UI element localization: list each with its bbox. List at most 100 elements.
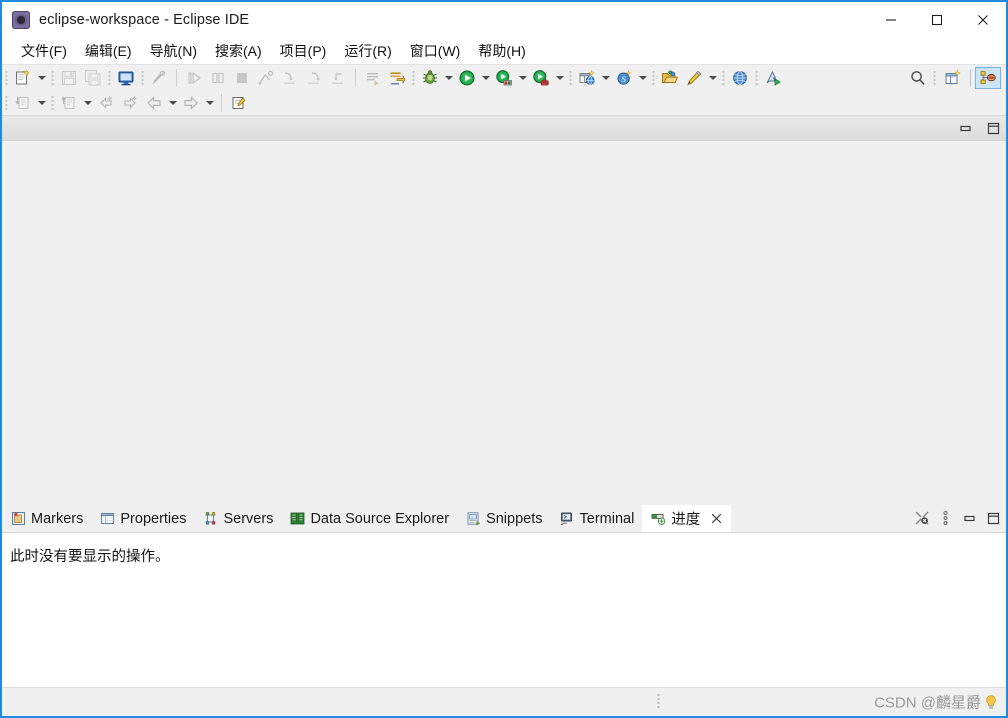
toolbar-grip[interactable] <box>650 69 657 86</box>
view-tab-bar: Markers Properties <box>2 505 1006 532</box>
main-toolbar-row-2 <box>2 90 1006 115</box>
snippets-icon <box>465 511 481 527</box>
new-java-class-dropdown[interactable] <box>706 67 719 89</box>
step-into-icon <box>279 67 301 89</box>
tab-markers[interactable]: Markers <box>2 505 91 532</box>
run-on-server-icon[interactable] <box>493 67 515 89</box>
new-spring-icon[interactable]: S <box>613 67 635 89</box>
perspective-java-ee-button[interactable] <box>975 67 1001 89</box>
new-wizard-dropdown[interactable] <box>35 67 48 89</box>
tab-label: Markers <box>31 511 83 527</box>
debug-icon[interactable] <box>419 67 441 89</box>
servers-icon <box>202 511 218 527</box>
forward-icon <box>180 92 202 114</box>
toolbar-right-group <box>906 65 1002 90</box>
toolbar-grip[interactable] <box>49 94 56 111</box>
tab-label: 进度 <box>671 508 700 529</box>
tab-properties[interactable]: Properties <box>91 505 194 532</box>
view-menu-button[interactable] <box>937 510 954 527</box>
menu-file[interactable]: 文件(F) <box>12 40 76 62</box>
watermark-text: CSDN @麟星爵 <box>874 692 981 713</box>
menu-help[interactable]: 帮助(H) <box>469 40 534 62</box>
forward-history-icon <box>119 92 141 114</box>
step-over-icon <box>303 67 325 89</box>
minimize-window-button[interactable] <box>868 2 914 38</box>
status-bar-grip[interactable] <box>657 693 663 710</box>
maximize-window-button[interactable] <box>914 2 960 38</box>
menu-search[interactable]: 搜索(A) <box>206 40 271 62</box>
editor-area-controls <box>958 116 1000 140</box>
close-tab-button[interactable] <box>709 512 723 526</box>
profile-icon[interactable] <box>530 67 552 89</box>
toolbar-grip[interactable] <box>753 69 760 86</box>
previous-edit-icon <box>12 92 34 114</box>
profile-dropdown[interactable] <box>553 67 566 89</box>
new-wizard-icon[interactable] <box>12 67 34 89</box>
menu-project[interactable]: 项目(P) <box>271 40 336 62</box>
progress-view-content[interactable]: 此时没有要显示的操作。 <box>2 532 1006 687</box>
open-browser-icon[interactable] <box>729 67 751 89</box>
open-resource-icon[interactable] <box>659 67 681 89</box>
run-icon[interactable] <box>456 67 478 89</box>
editor-empty-body[interactable] <box>2 141 1006 505</box>
minimize-editor-area-button[interactable] <box>958 121 972 135</box>
toolbar-grip[interactable] <box>567 69 574 86</box>
tab-label: Data Source Explorer <box>310 511 449 527</box>
toolbar-separator <box>970 69 971 87</box>
toolbar-grip[interactable] <box>3 94 10 111</box>
menu-navigate[interactable]: 导航(N) <box>141 40 206 62</box>
toolbar-grip[interactable] <box>3 69 10 86</box>
quick-access-search-icon[interactable] <box>907 67 929 89</box>
next-edit-dropdown[interactable] <box>81 92 94 114</box>
view-toolbar <box>913 506 1002 530</box>
link-editor-icon <box>148 67 170 89</box>
toolbar-grip[interactable] <box>410 69 417 86</box>
terminate-icon <box>231 67 253 89</box>
debug-dropdown[interactable] <box>442 67 455 89</box>
menu-run[interactable]: 运行(R) <box>335 40 400 62</box>
tab-progress[interactable]: 进度 <box>642 505 731 532</box>
menu-window[interactable]: 窗口(W) <box>401 40 470 62</box>
maximize-editor-area-button[interactable] <box>986 121 1000 135</box>
toolbar-grip[interactable] <box>931 69 938 86</box>
toolbar-grip[interactable] <box>720 69 727 86</box>
bottom-view-stack: Markers Properties <box>2 505 1006 687</box>
resume-icon <box>183 67 205 89</box>
menu-edit[interactable]: 编辑(E) <box>76 40 141 62</box>
menu-bar: 文件(F) 编辑(E) 导航(N) 搜索(A) 项目(P) 运行(R) 窗口(W… <box>2 38 1006 64</box>
previous-edit-dropdown[interactable] <box>35 92 48 114</box>
tab-data-source-explorer[interactable]: Data Source Explorer <box>281 505 457 532</box>
cancel-all-operations-button[interactable] <box>913 510 930 527</box>
toolbar-separator <box>176 69 177 87</box>
maximize-view-button[interactable] <box>985 510 1002 527</box>
new-untitled-text-file-icon[interactable] <box>228 92 250 114</box>
terminal-icon <box>559 511 575 527</box>
toolbar-grip[interactable] <box>139 69 146 86</box>
back-dropdown[interactable] <box>166 92 179 114</box>
run-on-server-dropdown[interactable] <box>516 67 529 89</box>
new-spring-dropdown[interactable] <box>636 67 649 89</box>
close-window-button[interactable] <box>960 2 1006 38</box>
toolbar-grip[interactable] <box>49 69 56 86</box>
svg-text:S: S <box>621 74 626 84</box>
tab-servers[interactable]: Servers <box>194 505 281 532</box>
open-perspective-button[interactable] <box>940 67 966 89</box>
forward-dropdown[interactable] <box>203 92 216 114</box>
main-toolbar-row-1: S <box>2 65 1006 90</box>
editor-tab-bar <box>2 115 1006 141</box>
console-icon[interactable] <box>115 67 137 89</box>
title-bar: eclipse-workspace - Eclipse IDE <box>2 2 1006 38</box>
new-web-project-dropdown[interactable] <box>599 67 612 89</box>
tab-snippets[interactable]: Snippets <box>457 505 550 532</box>
run-last-tool-icon[interactable] <box>762 67 784 89</box>
new-java-class-icon[interactable] <box>683 67 705 89</box>
window-title: eclipse-workspace - Eclipse IDE <box>39 12 249 28</box>
status-bar: CSDN @麟星爵 <box>2 687 1006 716</box>
new-web-project-icon[interactable] <box>576 67 598 89</box>
next-annotation-icon[interactable] <box>386 67 408 89</box>
toolbar-grip[interactable] <box>106 69 113 86</box>
minimize-view-button[interactable] <box>961 510 978 527</box>
lightbulb-icon <box>983 694 998 711</box>
run-dropdown[interactable] <box>479 67 492 89</box>
tab-terminal[interactable]: Terminal <box>551 505 643 532</box>
